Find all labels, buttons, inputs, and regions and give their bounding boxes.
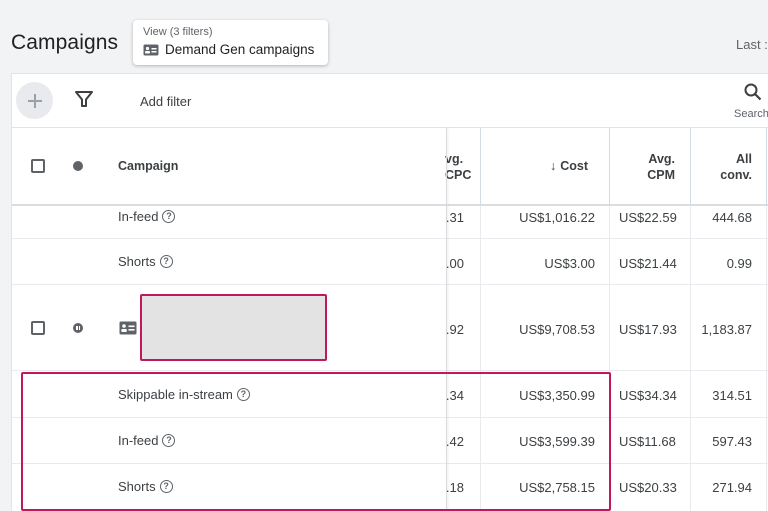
avg-cpc-value: .31 [445,210,464,225]
campaign-name-label: In-feed [118,209,159,224]
column-avg-cpc-line2: CPC [445,168,472,182]
all-conv-value: 0.99 [726,256,752,271]
column-all-conv-line1: All [736,152,752,166]
status-column-icon [73,161,83,171]
add-button[interactable] [16,82,53,119]
add-filter-button[interactable]: Add filter [140,94,191,109]
top-bar: Campaigns View (3 filters) Demand Gen ca… [0,0,768,74]
column-all-conv[interactable]: All conv. [692,151,752,183]
paused-status-icon[interactable] [73,323,83,333]
avg-cpm-value: US$11.68 [619,434,676,449]
table-header: Campaign vg. CPC ↓ Cost Avg. CPM All conv… [12,128,768,206]
campaign-name[interactable]: Shorts? [118,254,173,269]
cost-value: US$3.00 [544,256,595,271]
column-avg-cpm-line1: Avg. [648,152,675,166]
avg-cpm-value: US$20.33 [619,480,677,495]
column-campaign[interactable]: Campaign [118,159,178,173]
row-checkbox[interactable] [31,321,45,335]
sort-descending-icon: ↓ [550,159,557,173]
table-row: In-feed? .31 US$1,016.22 US$22.59 444.68 [12,206,768,239]
column-avg-cpm[interactable]: Avg. CPM [611,151,675,183]
campaign-name-label: Shorts [118,254,156,269]
search-icon[interactable] [744,83,762,101]
filter-bar: Add filter Search [12,74,768,128]
column-avg-cpc-line1: vg. [445,152,464,166]
view-selector[interactable]: View (3 filters) Demand Gen campaigns [133,20,328,65]
column-all-conv-line2: conv. [720,168,752,182]
view-caption: View (3 filters) [143,26,213,38]
help-icon[interactable]: ? [162,210,176,223]
highlight-annotation-box [21,372,611,511]
avg-cpc-value: .00 [445,256,464,271]
column-cost[interactable]: ↓ Cost [550,159,588,173]
column-cost-label: Cost [560,159,589,173]
all-conv-value: 444.68 [712,210,752,225]
column-divider[interactable] [766,128,767,206]
view-value: Demand Gen campaigns [143,42,314,57]
column-divider[interactable] [609,128,610,206]
all-conv-value: 271.94 [712,480,752,495]
help-icon[interactable]: ? [159,255,173,268]
all-conv-value: 1,183.87 [701,322,752,337]
date-range-selector[interactable]: Last : [736,37,768,52]
cost-value: US$9,708.53 [519,322,595,337]
search-label[interactable]: Search [734,108,768,120]
campaign-row: .92 US$9,708.53 US$17.93 1,183.87 [12,285,768,371]
campaign-name[interactable]: In-feed? [118,209,176,224]
redacted-campaign-name [140,294,327,361]
filter-icon[interactable] [75,91,93,107]
column-divider[interactable] [690,128,691,206]
plus-icon [27,93,42,108]
cost-value: US$1,016.22 [519,210,595,225]
select-all-checkbox[interactable] [31,159,45,173]
avg-cpm-value: US$22.59 [619,210,677,225]
avg-cpc-value: .92 [445,322,464,337]
column-avg-cpc[interactable]: vg. CPC [445,151,471,183]
avg-cpm-value: US$17.93 [619,322,677,337]
view-value-label: Demand Gen campaigns [165,42,315,57]
avg-cpm-value: US$21.44 [619,256,677,271]
demand-gen-icon [119,321,137,335]
all-conv-value: 597.43 [712,434,752,449]
demand-gen-icon [143,44,159,55]
column-avg-cpm-line2: CPM [647,168,675,182]
column-divider[interactable] [480,128,481,206]
all-conv-value: 314.51 [712,388,752,403]
avg-cpm-value: US$34.34 [619,388,677,403]
table-row: Shorts? .00 US$3.00 US$21.44 0.99 [12,239,768,285]
page-title: Campaigns [11,31,119,54]
